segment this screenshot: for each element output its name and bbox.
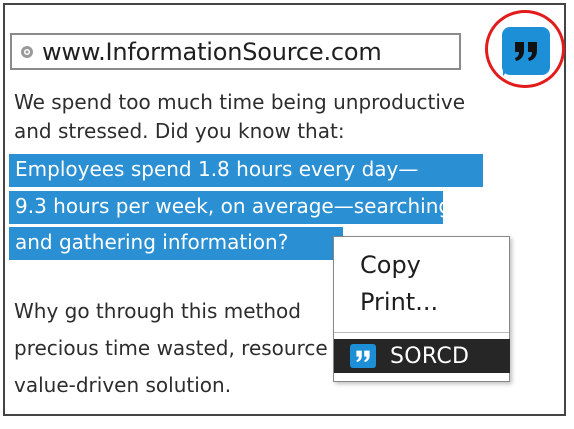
selected-text-line[interactable]: 9.3 hours per week, on average—searching xyxy=(9,191,451,224)
closing-line: Why go through this method xyxy=(14,299,301,323)
selected-text-line[interactable]: Employees spend 1.8 hours every day— xyxy=(9,154,483,187)
globe-icon xyxy=(21,45,33,58)
address-bar[interactable]: www.InformationSource.com xyxy=(10,33,461,70)
closing-paragraph: Why go through this method precious time… xyxy=(14,293,328,404)
menu-item-sorcd[interactable]: SORCD xyxy=(334,339,510,373)
closing-line: precious time wasted, resource xyxy=(14,336,328,360)
intro-line: We spend too much time being unproductiv… xyxy=(14,90,466,114)
closing-line: value-driven solution. xyxy=(14,373,232,397)
menu-item-copy[interactable]: Copy xyxy=(360,251,421,279)
intro-line: and stressed. Did you know that: xyxy=(14,119,345,143)
selected-text-line[interactable]: and gathering information? xyxy=(9,227,343,260)
extension-button-tail xyxy=(503,64,513,76)
sorcd-label: SORCD xyxy=(390,343,470,369)
intro-paragraph: We spend too much time being unproductiv… xyxy=(14,88,465,146)
menu-item-print[interactable]: Print... xyxy=(360,288,438,316)
context-menu: Copy Print... SORCD xyxy=(333,236,510,382)
menu-divider xyxy=(334,332,509,333)
quote-icon xyxy=(350,344,376,368)
url-text: www.InformationSource.com xyxy=(42,37,382,66)
quote-icon xyxy=(515,42,537,61)
